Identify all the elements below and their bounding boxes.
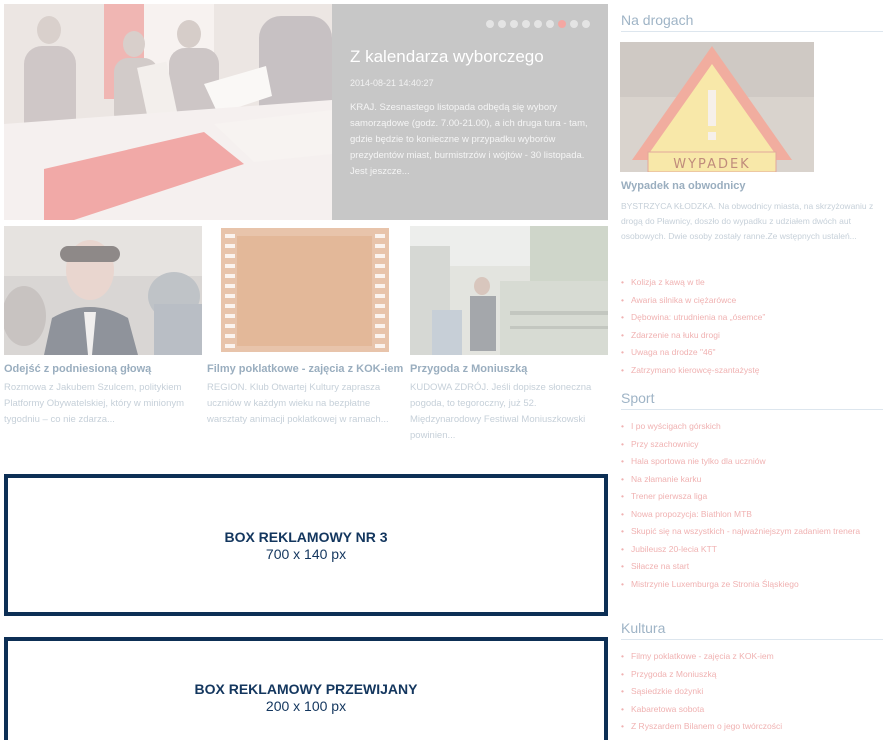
teaser-lead: Rozmowa z Jakubem Szulcem, politykiem Pl… — [4, 382, 185, 425]
ad-size: 200 x 100 px — [265, 697, 347, 714]
hero-slider[interactable]: Z kalendarza wyborczego 2014-08-21 14:40… — [4, 4, 608, 220]
list-item-sport[interactable]: Hala sportowa nie tylko dla uczniów — [621, 453, 883, 471]
section-heading-kultura[interactable]: Kultura — [621, 620, 883, 640]
slider-dot[interactable] — [486, 20, 494, 28]
warning-sign-icon: WYPADEK — [620, 42, 814, 172]
hero-date: 2014-08-21 14:40:27 — [350, 78, 434, 88]
list-item-drogi[interactable]: Awaria silnika w ciężarówce — [621, 292, 883, 310]
hero-lead: KRAJ. Szesnastego listopada odbędą się w… — [350, 102, 588, 177]
teaser-image-filmstrip[interactable] — [207, 226, 405, 355]
list-item-drogi[interactable]: Zatrzymano kierowcę-szantażystę — [621, 362, 883, 380]
teaser-title[interactable]: Filmy poklatkowe - zajęcia z KOK-iem — [207, 362, 405, 377]
list-item-kultura[interactable]: Z Ryszardem Bilanem o jego twórczości — [621, 718, 883, 736]
list-item-sport[interactable]: Skupić się na wszystkich - najważniejszy… — [621, 523, 883, 541]
ad-size: 700 x 140 px — [265, 545, 347, 562]
list-item-sport[interactable]: Mistrzynie Luxemburga ze Stronia Śląskie… — [621, 576, 883, 594]
section-heading-drogi[interactable]: Na drogach — [621, 12, 883, 32]
teaser-card[interactable]: Filmy poklatkowe - zajęcia z KOK-iem REG… — [207, 226, 405, 428]
ad-title: BOX REKLAMOWY PRZEWIJANY — [194, 680, 418, 697]
list-item-sport[interactable]: Na złamanie karku — [621, 471, 883, 489]
slider-dot[interactable] — [558, 20, 566, 28]
list-item-sport[interactable]: Trener pierwsza liga — [621, 488, 883, 506]
voting-illustration — [4, 4, 332, 220]
list-item-drogi[interactable]: Dębowina: utrudnienia na „ósemce” — [621, 309, 883, 327]
ad-title: BOX REKLAMOWY NR 3 — [224, 528, 388, 545]
politician-photo — [4, 226, 202, 355]
list-item-sport[interactable]: Nowa propozycja: Biathlon MTB — [621, 506, 883, 524]
teaser-lead: REGION. Klub Otwartej Kultury zaprasza u… — [207, 382, 389, 425]
slider-dot[interactable] — [522, 20, 530, 28]
list-item-sport[interactable]: Przy szachownicy — [621, 436, 883, 454]
list-item-kultura[interactable]: Filmy poklatkowe - zajęcia z KOK-iem — [621, 648, 883, 666]
list-item-drogi[interactable]: Uwaga na drodze "46" — [621, 344, 883, 362]
hero-title[interactable]: Z kalendarza wyborczego — [350, 47, 544, 67]
news-list-sport: I po wyścigach górskichPrzy szachownicyH… — [621, 418, 883, 593]
filmstrip-icon — [221, 228, 389, 352]
list-item-kultura[interactable]: Przygoda z Moniuszką — [621, 666, 883, 684]
section-heading-sport[interactable]: Sport — [621, 390, 883, 410]
slider-dot[interactable] — [546, 20, 554, 28]
list-item-sport[interactable]: Siłacze na start — [621, 558, 883, 576]
sign-text: WYPADEK — [673, 157, 750, 172]
teaser-lead: KUDOWA ZDRÓJ. Jeśli dopisze słoneczna po… — [410, 382, 592, 441]
slider-dot[interactable] — [570, 20, 578, 28]
hero-caption-panel: Z kalendarza wyborczego 2014-08-21 14:40… — [332, 4, 608, 220]
news-list-kultura: Filmy poklatkowe - zajęcia z KOK-iemPrzy… — [621, 648, 883, 736]
teaser-card[interactable]: Odejść z podniesioną głową Rozmowa z Jak… — [4, 226, 202, 428]
feature-title[interactable]: Wypadek na obwodnicy — [621, 180, 746, 192]
slider-dot[interactable] — [510, 20, 518, 28]
slider-dot[interactable] — [498, 20, 506, 28]
teaser-image-politician[interactable] — [4, 226, 202, 355]
list-item-kultura[interactable]: Kabaretowa sobota — [621, 701, 883, 719]
slider-dot[interactable] — [534, 20, 542, 28]
teaser-title[interactable]: Odejść z podniesioną głową — [4, 362, 202, 377]
teaser-card[interactable]: Przygoda z Moniuszką KUDOWA ZDRÓJ. Jeśli… — [410, 226, 608, 444]
list-item-kultura[interactable]: Sąsiedzkie dożynki — [621, 683, 883, 701]
list-item-sport[interactable]: I po wyścigach górskich — [621, 418, 883, 436]
feature-lead: BYSTRZYCA KŁODZKA. Na obwodnicy miasta, … — [621, 201, 874, 241]
slider-pagination — [486, 20, 590, 28]
news-list-drogi: Kolizja z kawą w tleAwaria silnika w cię… — [621, 274, 883, 379]
teaser-title[interactable]: Przygoda z Moniuszką — [410, 362, 608, 377]
list-item-sport[interactable]: Jubileusz 20-lecia KTT — [621, 541, 883, 559]
slider-dot[interactable] — [582, 20, 590, 28]
ad-box-3[interactable]: BOX REKLAMOWY NR 3 700 x 140 px — [4, 474, 608, 616]
list-item-drogi[interactable]: Zdarzenie na łuku drogi — [621, 327, 883, 345]
list-item-drogi[interactable]: Kolizja z kawą w tle — [621, 274, 883, 292]
festival-photo — [410, 226, 608, 355]
hero-photo-voting[interactable] — [4, 4, 332, 220]
teaser-image-festival[interactable] — [410, 226, 608, 355]
feature-image-accident[interactable]: WYPADEK — [620, 42, 814, 172]
ad-box-scrolling[interactable]: BOX REKLAMOWY PRZEWIJANY 200 x 100 px — [4, 637, 608, 740]
